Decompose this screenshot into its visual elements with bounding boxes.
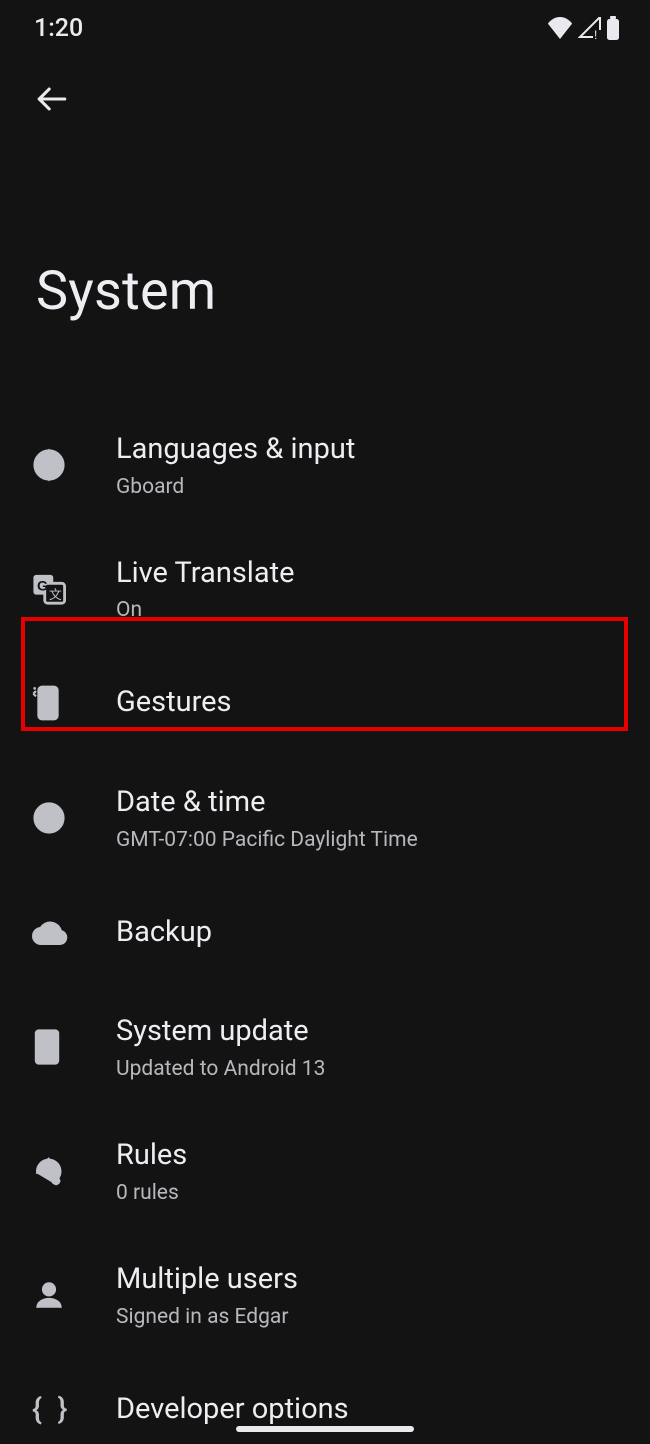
cloud-upload-icon xyxy=(32,919,116,947)
item-title: Date & time xyxy=(116,784,618,822)
item-subtitle: Updated to Android 13 xyxy=(116,1057,618,1081)
item-title: Languages & input xyxy=(116,431,618,469)
app-bar xyxy=(0,56,650,144)
list-item-update[interactable]: System update Updated to Android 13 xyxy=(0,985,650,1109)
item-subtitle: GMT-07:00 Pacific Daylight Time xyxy=(116,828,618,852)
arrow-back-icon xyxy=(35,82,69,119)
list-item-translate[interactable]: G文 Live Translate On xyxy=(0,527,650,651)
item-title: Backup xyxy=(116,914,618,952)
signal-icon: ! xyxy=(578,17,602,39)
globe-icon xyxy=(32,448,116,482)
list-item-gestures[interactable]: Gestures xyxy=(0,650,650,756)
svg-text:!: ! xyxy=(594,28,597,39)
list-item-users[interactable]: Multiple users Signed in as Edgar xyxy=(0,1233,650,1357)
list-item-backup[interactable]: Backup xyxy=(0,880,650,986)
item-title: Rules xyxy=(116,1137,618,1175)
item-subtitle: On xyxy=(116,598,618,622)
list-item-languages[interactable]: Languages & input Gboard xyxy=(0,403,650,527)
settings-list: Languages & input Gboard G文 Live Transla… xyxy=(0,403,650,1444)
nav-gesture-handle[interactable] xyxy=(236,1426,414,1432)
battery-icon xyxy=(606,16,620,40)
page-title: System xyxy=(36,260,650,323)
title-block: System xyxy=(0,144,650,403)
clock-icon xyxy=(32,801,116,835)
back-button[interactable] xyxy=(28,76,76,124)
svg-text:文: 文 xyxy=(49,586,62,601)
system-update-icon xyxy=(32,1028,116,1066)
item-subtitle: Gboard xyxy=(116,475,618,499)
item-subtitle: 0 rules xyxy=(116,1181,618,1205)
wifi-icon xyxy=(546,17,574,39)
item-title: Gestures xyxy=(116,684,618,722)
gestures-icon xyxy=(32,683,116,723)
status-time: 1:20 xyxy=(34,14,83,43)
person-icon xyxy=(32,1278,116,1312)
item-title: Multiple users xyxy=(116,1261,618,1299)
item-title: System update xyxy=(116,1013,618,1051)
list-item-rules[interactable]: Rules 0 rules xyxy=(0,1109,650,1233)
item-title: Live Translate xyxy=(116,555,618,593)
rules-icon xyxy=(32,1154,116,1188)
svg-text:G: G xyxy=(37,578,48,594)
status-icons: ! xyxy=(546,16,620,40)
braces-icon: { } xyxy=(32,1392,116,1427)
status-bar: 1:20 ! xyxy=(0,0,650,56)
translate-icon: G文 xyxy=(32,572,116,606)
item-subtitle: Signed in as Edgar xyxy=(116,1305,618,1329)
item-title: Developer options xyxy=(116,1391,618,1429)
list-item-datetime[interactable]: Date & time GMT-07:00 Pacific Daylight T… xyxy=(0,756,650,880)
